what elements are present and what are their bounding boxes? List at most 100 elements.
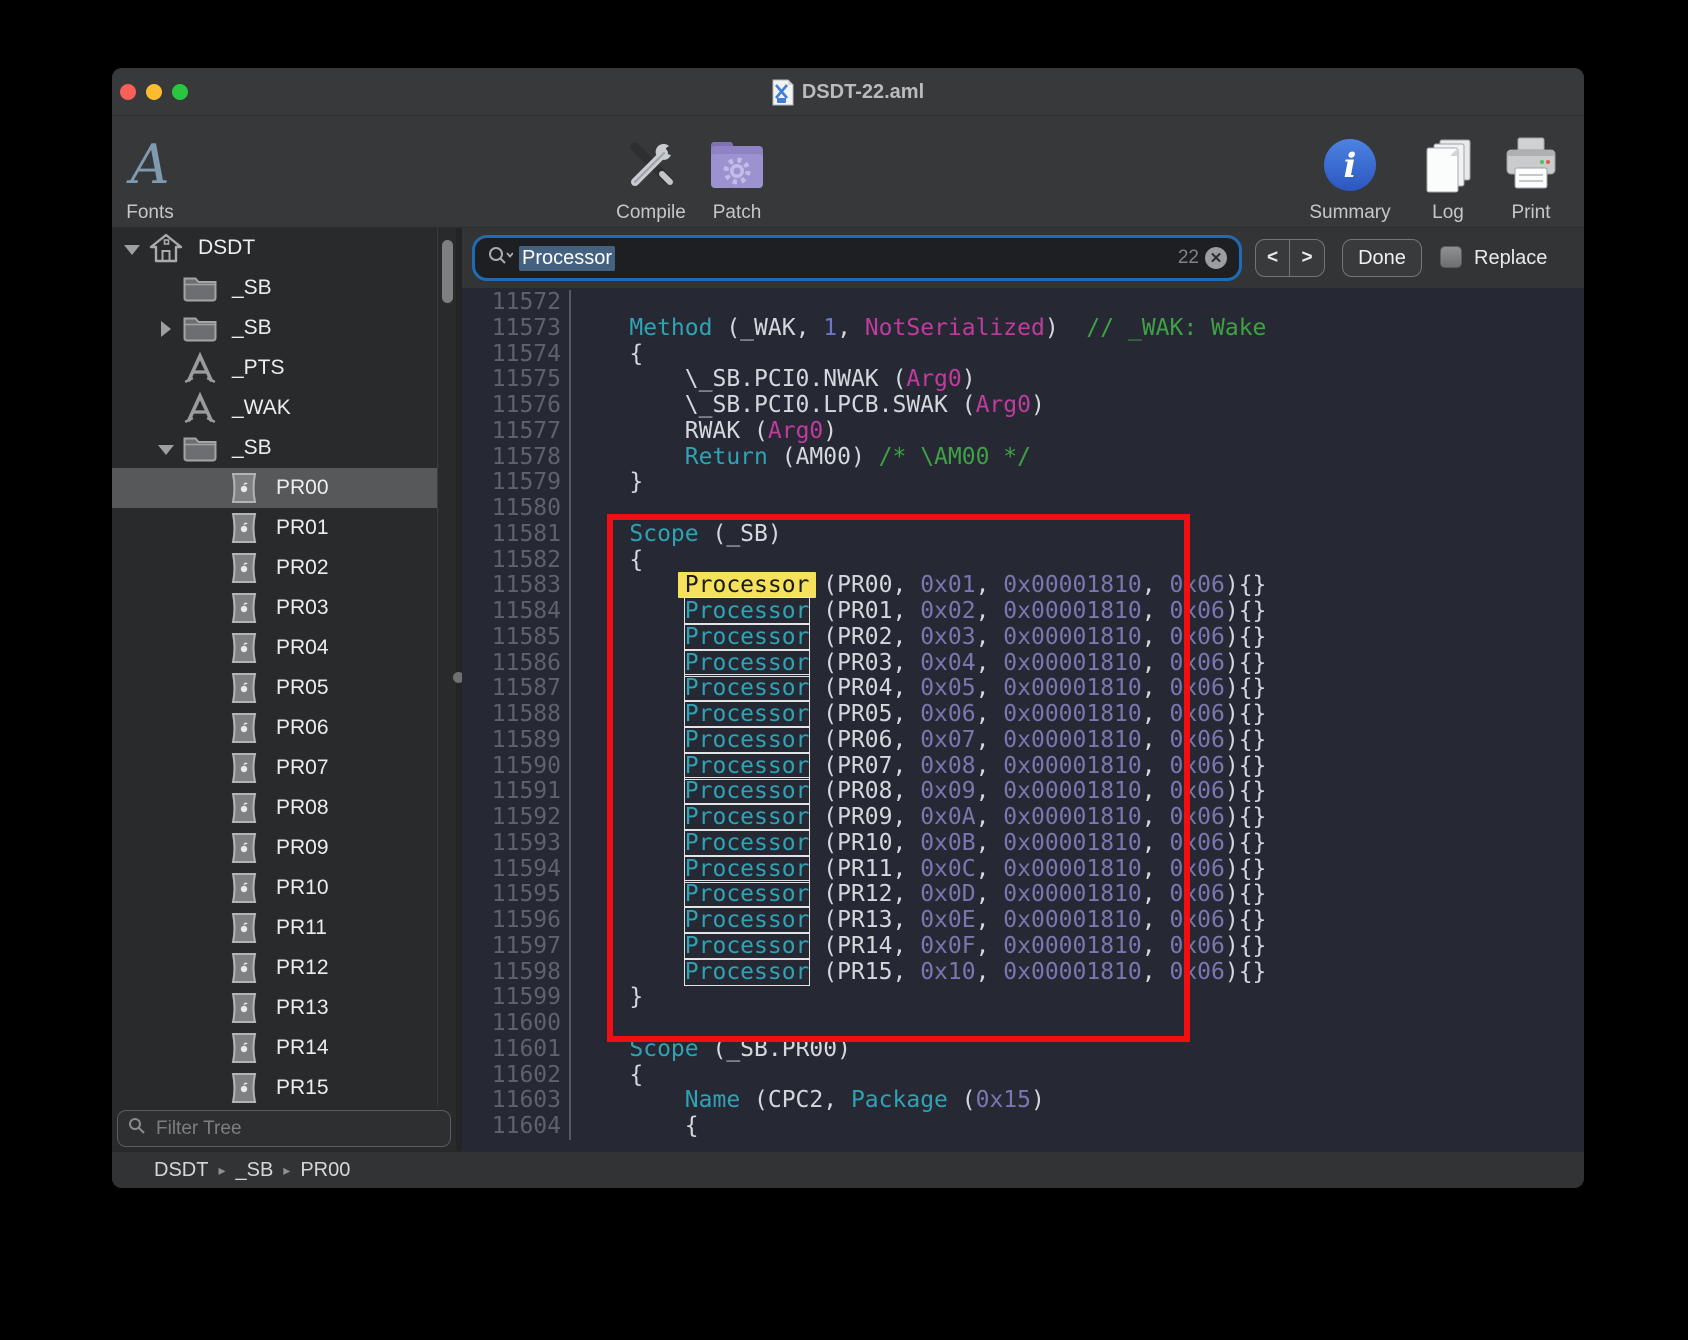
code-token: Return: [685, 444, 768, 470]
sidebar-item-pr02[interactable]: PR02: [112, 548, 437, 588]
sidebar-scrollbar[interactable]: [437, 228, 456, 1106]
processor-icon: [226, 991, 262, 1025]
sidebar-item-pr13[interactable]: PR13: [112, 988, 437, 1028]
breadcrumb-item-pr00[interactable]: PR00: [300, 1159, 350, 1182]
sidebar-item-pr01[interactable]: PR01: [112, 508, 437, 548]
find-previous-button[interactable]: <: [1256, 240, 1290, 276]
code-line: 11574 {: [462, 342, 1584, 368]
tree-item-label: PR11: [276, 916, 327, 940]
sidebar-item-_sb[interactable]: _SB: [112, 308, 437, 348]
code-token: ,: [1142, 804, 1170, 830]
line-number: 11589: [462, 728, 571, 754]
sidebar-item-pr04[interactable]: PR04: [112, 628, 437, 668]
sidebar-item-_sb[interactable]: _SB: [112, 268, 437, 308]
disclosure-spacer: [156, 398, 176, 418]
toolbar-item-print[interactable]: Print: [1466, 122, 1584, 224]
sidebar-item-pr05[interactable]: PR05: [112, 668, 437, 708]
sidebar-item-dsdt[interactable]: DSDT: [112, 228, 437, 268]
code-line: 11590 Processor (PR07, 0x08, 0x00001810,…: [462, 754, 1584, 780]
code-token: 0x0F: [920, 933, 975, 959]
window-title: DSDT-22.aml: [802, 81, 924, 104]
sidebar-scrollbar-thumb[interactable]: [442, 240, 453, 303]
code-line-content: \_SB.PCI0.NWAK (Arg0): [571, 367, 976, 393]
disclosure-spacer: [200, 638, 220, 658]
tree-item-label: PR01: [276, 516, 329, 540]
sidebar-item-pr09[interactable]: PR09: [112, 828, 437, 868]
tree-item-label: PR14: [276, 1036, 329, 1060]
app-window: DSDT-22.aml AFontsCompilePatchiSummaryLo…: [112, 68, 1584, 1188]
disclosure-triangle-icon[interactable]: [122, 238, 142, 258]
toolbar-item-fonts[interactable]: AFonts: [112, 122, 215, 224]
sidebar-item-_wak[interactable]: _WAK: [112, 388, 437, 428]
replace-checkbox[interactable]: [1440, 246, 1462, 268]
disclosure-spacer: [156, 278, 176, 298]
processor-icon: [226, 951, 262, 985]
tree-item-label: _SB: [232, 436, 272, 460]
toolbar-item-label: Summary: [1309, 202, 1390, 224]
code-line: 11600: [462, 1011, 1584, 1037]
sidebar-item-pr00[interactable]: PR00: [112, 468, 437, 508]
code-line: 11598 Processor (PR15, 0x10, 0x00001810,…: [462, 960, 1584, 986]
code-token: ){}: [1225, 572, 1267, 598]
disclosure-triangle-icon[interactable]: [156, 438, 176, 458]
find-next-button[interactable]: >: [1290, 240, 1324, 276]
sidebar-item-_pts[interactable]: _PTS: [112, 348, 437, 388]
clear-search-icon[interactable]: ✕: [1205, 247, 1227, 269]
code-token: 0x00001810: [1003, 675, 1141, 701]
code-token: }: [574, 984, 643, 1010]
breadcrumb-item-_sb[interactable]: _SB: [235, 1159, 273, 1182]
sidebar-item-pr06[interactable]: PR06: [112, 708, 437, 748]
disclosure-spacer: [200, 758, 220, 778]
toolbar-item-label: Fonts: [126, 202, 174, 224]
code-token: [574, 881, 685, 907]
code-token: 0x06: [1169, 933, 1224, 959]
code-token: 0x00001810: [1003, 830, 1141, 856]
method-icon: [182, 391, 218, 425]
code-token: 0x0A: [920, 804, 975, 830]
disclosure-spacer: [200, 718, 220, 738]
code-token: 0x00001810: [1003, 650, 1141, 676]
sidebar-item-pr03[interactable]: PR03: [112, 588, 437, 628]
disclosure-spacer: [200, 1038, 220, 1058]
code-editor[interactable]: 1157211573 Method (_WAK, 1, NotSerialize…: [462, 288, 1584, 1151]
line-number: 11598: [462, 960, 571, 986]
code-token: ,: [1142, 856, 1170, 882]
code-token: ,: [976, 856, 1004, 882]
disclosure-triangle-icon[interactable]: [156, 318, 176, 338]
code-token: ){}: [1225, 753, 1267, 779]
code-token: ): [1031, 392, 1045, 418]
breadcrumb-item-dsdt[interactable]: DSDT: [154, 1159, 208, 1182]
find-field[interactable]: Processor 22 ✕: [472, 235, 1242, 281]
sidebar-item-pr08[interactable]: PR08: [112, 788, 437, 828]
find-input[interactable]: Processor: [519, 246, 615, 271]
code-line-content: {: [571, 342, 643, 368]
code-line-content: Processor (PR12, 0x0D, 0x00001810, 0x06)…: [571, 882, 1266, 908]
toolbar-item-patch[interactable]: Patch: [672, 122, 802, 224]
line-number: 11590: [462, 754, 571, 780]
document-proxy-icon[interactable]: [772, 79, 794, 106]
sidebar-item-pr07[interactable]: PR07: [112, 748, 437, 788]
filter-tree-field[interactable]: [117, 1110, 451, 1147]
filter-tree-input[interactable]: [154, 1117, 440, 1141]
code-token: Arg0: [976, 392, 1031, 418]
code-token: (PR03,: [809, 650, 920, 676]
sidebar-item-pr15[interactable]: PR15: [112, 1068, 437, 1106]
sidebar-item-_sb[interactable]: _SB: [112, 428, 437, 468]
code-token: (: [948, 1087, 976, 1113]
sidebar-item-pr12[interactable]: PR12: [112, 948, 437, 988]
sidebar-item-pr11[interactable]: PR11: [112, 908, 437, 948]
code-token: 0x06: [1169, 804, 1224, 830]
tree-item-label: PR00: [276, 476, 329, 500]
search-icon[interactable]: [487, 246, 513, 271]
sidebar-item-pr10[interactable]: PR10: [112, 868, 437, 908]
code-token: ,: [976, 624, 1004, 650]
code-line: 11593 Processor (PR10, 0x0B, 0x00001810,…: [462, 831, 1584, 857]
code-line-content: Processor (PR04, 0x05, 0x00001810, 0x06)…: [571, 676, 1266, 702]
disclosure-spacer: [200, 678, 220, 698]
sidebar-item-pr14[interactable]: PR14: [112, 1028, 437, 1068]
find-match-count: 22: [1178, 247, 1199, 269]
code-token: ,: [976, 675, 1004, 701]
code-line: 11596 Processor (PR13, 0x0E, 0x00001810,…: [462, 908, 1584, 934]
done-button[interactable]: Done: [1342, 239, 1422, 277]
processor-icon: [226, 511, 262, 545]
